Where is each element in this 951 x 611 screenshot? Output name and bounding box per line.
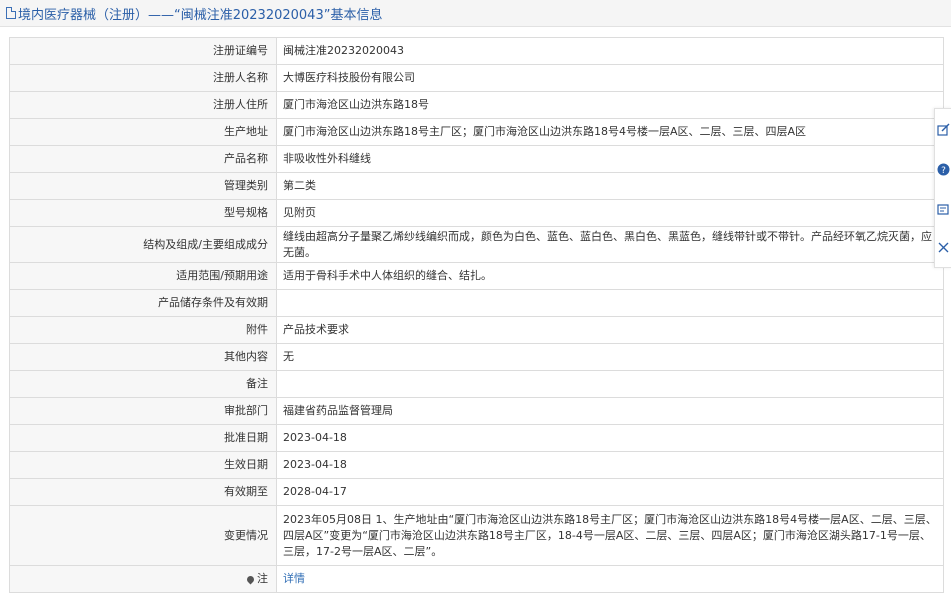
row-value: 2023-04-18 xyxy=(276,424,944,452)
row-value: 无 xyxy=(276,343,944,371)
edit-icon xyxy=(937,123,950,136)
table-row: 型号规格 见附页 xyxy=(9,199,944,227)
table-row: 注册人名称 大博医疗科技股份有限公司 xyxy=(9,64,944,92)
table-row: 产品储存条件及有效期 xyxy=(9,289,944,317)
row-value: 厦门市海沧区山边洪东路18号 xyxy=(276,91,944,119)
table-row: 注册证编号 闽械注准20232020043 xyxy=(9,37,944,65)
row-label: 变更情况 xyxy=(9,505,277,566)
note-row: 注 详情 xyxy=(9,565,944,593)
row-value: 2028-04-17 xyxy=(276,478,944,506)
row-value: 非吸收性外科缝线 xyxy=(276,145,944,173)
row-value: 缝线由超高分子量聚乙烯纱线编织而成，颜色为白色、蓝色、蓝白色、黑白色、黑蓝色，缝… xyxy=(276,226,944,263)
row-value: 见附页 xyxy=(276,199,944,227)
close-icon xyxy=(938,242,949,252)
note-label: 注 xyxy=(257,572,268,585)
row-value: 福建省药品监督管理局 xyxy=(276,397,944,425)
table-row: 产品名称 非吸收性外科缝线 xyxy=(9,145,944,173)
row-value: 第二类 xyxy=(276,172,944,200)
table-row: 其他内容无 xyxy=(9,343,944,371)
row-value: 适用于骨科手术中人体组织的缝合、结扎。 xyxy=(276,262,944,290)
note-value-cell: 详情 xyxy=(276,565,944,593)
row-label: 生产地址 xyxy=(9,118,277,146)
row-label: 备注 xyxy=(9,370,277,398)
table-row: 审批部门 福建省药品监督管理局 xyxy=(9,397,944,425)
row-value: 闽械注准20232020043 xyxy=(276,37,944,65)
row-label: 注册人住所 xyxy=(9,91,277,119)
row-value xyxy=(276,289,944,317)
row-label: 审批部门 xyxy=(9,397,277,425)
table-row: 生效日期 2023-04-18 xyxy=(9,451,944,479)
row-label: 注册人名称 xyxy=(9,64,277,92)
row-label: 产品储存条件及有效期 xyxy=(9,289,277,317)
row-label: 批准日期 xyxy=(9,424,277,452)
table-row: 适用范围/预期用途 适用于骨科手术中人体组织的缝合、结扎。 xyxy=(9,262,944,290)
table-row: 生产地址 厦门市海沧区山边洪东路18号主厂区；厦门市海沧区山边洪东路18号4号楼一… xyxy=(9,118,944,146)
svg-text:?: ? xyxy=(941,166,946,176)
note-label-cell: 注 xyxy=(9,565,277,593)
table-row: 变更情况 2023年05月08日 1、生产地址由“厦门市海沧区山边洪东路18号主厂… xyxy=(9,505,944,566)
row-label: 其他内容 xyxy=(9,343,277,371)
details-link[interactable]: 详情 xyxy=(283,572,305,585)
table-row: 批准日期 2023-04-18 xyxy=(9,424,944,452)
help-icon: ? xyxy=(937,163,950,176)
row-label: 生效日期 xyxy=(9,451,277,479)
table-row: 备注 xyxy=(9,370,944,398)
edit-button[interactable] xyxy=(935,119,951,139)
feedback-icon xyxy=(937,203,949,215)
info-table: 注册证编号 闽械注准20232020043 注册人名称 大博医疗科技股份有限公司 注… xyxy=(9,37,944,593)
side-toolbar: ? xyxy=(934,108,951,268)
row-label: 管理类别 xyxy=(9,172,277,200)
row-label: 适用范围/预期用途 xyxy=(9,262,277,290)
row-value: 产品技术要求 xyxy=(276,316,944,344)
row-label: 结构及组成/主要组成成分 xyxy=(9,226,277,263)
pin-icon xyxy=(245,574,256,584)
page-title: 境内医疗器械（注册）——“闽械注准20232020043”基本信息 xyxy=(18,7,383,23)
table-row: 结构及组成/主要组成成分 缝线由超高分子量聚乙烯纱线编织而成，颜色为白色、蓝色、蓝… xyxy=(9,226,944,263)
row-label: 产品名称 xyxy=(9,145,277,173)
page-header: 境内医疗器械（注册）——“闽械注准20232020043”基本信息 xyxy=(0,0,951,27)
table-row: 附件 产品技术要求 xyxy=(9,316,944,344)
close-button[interactable] xyxy=(935,237,951,257)
row-value: 2023-04-18 xyxy=(276,451,944,479)
row-value: 厦门市海沧区山边洪东路18号主厂区；厦门市海沧区山边洪东路18号4号楼一层A区、… xyxy=(276,118,944,146)
row-label: 有效期至 xyxy=(9,478,277,506)
table-row: 有效期至 2028-04-17 xyxy=(9,478,944,506)
document-icon xyxy=(6,7,16,19)
help-button[interactable]: ? xyxy=(935,159,951,179)
table-row: 管理类别 第二类 xyxy=(9,172,944,200)
row-label: 注册证编号 xyxy=(9,37,277,65)
row-label: 附件 xyxy=(9,316,277,344)
row-value: 大博医疗科技股份有限公司 xyxy=(276,64,944,92)
row-value: 2023年05月08日 1、生产地址由“厦门市海沧区山边洪东路18号主厂区；厦门… xyxy=(276,505,944,566)
row-value xyxy=(276,370,944,398)
row-label: 型号规格 xyxy=(9,199,277,227)
feedback-button[interactable] xyxy=(935,199,951,219)
table-row: 注册人住所 厦门市海沧区山边洪东路18号 xyxy=(9,91,944,119)
